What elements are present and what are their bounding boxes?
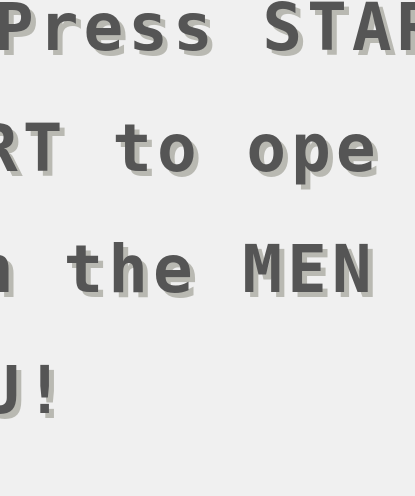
dialog-line-2: RT to ope — [0, 110, 381, 187]
dialog-line-3: n the MEN — [0, 231, 377, 308]
game-screen: Press STAR RT to ope n the MEN U! — [0, 0, 415, 496]
dialog-line-1: Press STAR — [0, 0, 415, 66]
dialog-line-4: U! — [0, 352, 70, 429]
